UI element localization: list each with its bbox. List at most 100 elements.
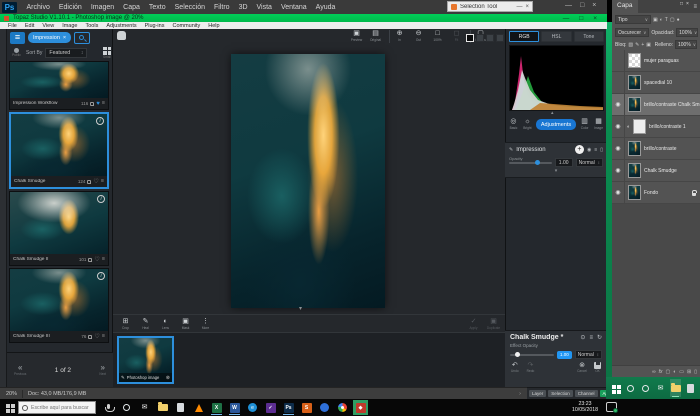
restore-icon[interactable]: □ xyxy=(580,2,584,9)
visibility-eye-icon[interactable]: ◉ xyxy=(612,50,625,71)
ps-menu-item[interactable]: Texto xyxy=(144,4,170,11)
taskbar-app-icon[interactable]: Ps xyxy=(281,400,296,415)
search-icon[interactable] xyxy=(74,32,90,44)
ps-menu-item[interactable]: Vista xyxy=(252,4,276,11)
chevron-down-icon[interactable]: ▾ xyxy=(299,305,302,312)
ps-menu-item[interactable]: Ventana xyxy=(276,4,311,11)
topaz-menu-item[interactable]: Community xyxy=(168,23,204,29)
filter-image-icon[interactable]: ▣ xyxy=(653,17,658,23)
adjustments-button[interactable]: Adjustments xyxy=(536,119,576,130)
topaz-menu-item[interactable]: Edit xyxy=(21,23,38,29)
footer-button[interactable]: Layer xyxy=(529,390,546,397)
filter-smart-icon[interactable]: ● xyxy=(677,17,680,23)
chevron-up-icon[interactable]: ▴ xyxy=(551,110,554,116)
start-button[interactable] xyxy=(0,399,18,416)
info-icon[interactable]: i xyxy=(97,272,105,280)
share-icon[interactable]: ⊙ xyxy=(580,334,585,341)
favorite-heart-icon[interactable]: ♡ xyxy=(94,257,99,263)
filmstrip-action-button[interactable]: ✓ Apply xyxy=(466,318,481,330)
taskbar-app-icon[interactable] xyxy=(335,400,350,415)
footer-button[interactable]: Selection xyxy=(548,390,573,397)
taskbar-app-icon[interactable] xyxy=(101,400,116,415)
layer-row[interactable]: ◉ ◐ mujer paraguas xyxy=(612,50,700,72)
chevron-right-icon[interactable]: › xyxy=(519,391,521,397)
taskbar-app-icon[interactable] xyxy=(173,400,188,415)
lock-position-icon[interactable]: + xyxy=(641,42,644,48)
ps-menu-item[interactable]: Imagen xyxy=(86,4,118,11)
edit-tool-button[interactable]: ▣ Mask xyxy=(178,318,193,330)
taskbar-app-icon[interactable]: W xyxy=(227,400,242,415)
preset-card[interactable]: i Chalk Smudge II 101 ♡ ≡ xyxy=(9,191,109,266)
taskbar-search[interactable] xyxy=(18,401,96,414)
maximize-icon[interactable]: □ xyxy=(579,15,583,22)
edit-tool-button[interactable]: ⋮ More xyxy=(198,318,213,330)
link-layers-icon[interactable]: ∞ xyxy=(652,369,656,375)
green-taskbar-icon[interactable] xyxy=(640,379,651,397)
preset-menu-icon[interactable]: ≡ xyxy=(102,334,105,339)
filter-adjustment-icon[interactable]: ◐ xyxy=(660,17,663,23)
ps-menu-item[interactable]: Ayuda xyxy=(311,4,340,11)
edit-tool-button[interactable]: ◐ Lens xyxy=(158,318,173,330)
ps-menu-item[interactable]: Edición xyxy=(54,4,86,11)
ps-menu-item[interactable]: Capa xyxy=(119,4,145,11)
preset-card[interactable]: i Chalk Smudge III 76 ♡ ≡ xyxy=(9,268,109,343)
hamburger-menu-icon[interactable]: ≡ xyxy=(10,32,25,44)
layer-row[interactable]: ◉ ◐ Chalk Smudge xyxy=(612,160,700,182)
ok-button[interactable]: OK xyxy=(594,362,601,373)
topaz-menu-item[interactable]: File xyxy=(4,23,21,29)
preset-menu-icon[interactable]: ≡ xyxy=(101,179,104,184)
layer-thumbnail[interactable] xyxy=(628,97,641,112)
visibility-eye-icon[interactable]: ◉ xyxy=(612,160,625,181)
ps-menu-item[interactable]: Selección xyxy=(170,4,209,11)
topaz-titlebar[interactable]: Topaz Studio V1.10.1 - Photoshop image @… xyxy=(0,14,607,22)
new-layer-icon[interactable]: ⊞ xyxy=(687,369,691,375)
effect-blend-dropdown[interactable]: Normal ↕ xyxy=(575,350,602,359)
thumbs-up-icon[interactable] xyxy=(88,258,92,262)
layer-style-icon[interactable]: fx xyxy=(659,369,663,375)
toolbar-button[interactable]: ▤ Original xyxy=(368,30,383,42)
toolbar-button[interactable]: ▣ Preview xyxy=(349,30,364,42)
thumbs-up-icon[interactable] xyxy=(90,102,94,106)
search-input[interactable] xyxy=(31,405,92,411)
taskbar-app-icon[interactable]: ✉ xyxy=(137,400,152,415)
layer-mask-icon[interactable]: ▢ xyxy=(666,369,671,375)
topaz-menu-item[interactable]: View xyxy=(38,23,58,29)
panel-menu-icon[interactable]: ≡ xyxy=(693,4,700,10)
fill-value[interactable]: 100% ∨ xyxy=(675,40,697,49)
filmstrip-action-button[interactable]: ▣ Duplicate xyxy=(486,318,501,330)
info-icon[interactable]: i xyxy=(97,195,105,203)
notification-center-icon[interactable] xyxy=(606,402,617,412)
opacity-value[interactable]: 100% ∨ xyxy=(676,28,698,37)
preset-card[interactable]: i Impression Workflow 116 ♥ ≡ xyxy=(9,61,109,110)
taskbar-app-icon[interactable]: ✓ xyxy=(263,400,278,415)
taskbar-clock[interactable]: 23:23 10/05/2018 xyxy=(566,401,604,413)
visibility-eye-icon[interactable]: ◉ xyxy=(612,72,625,93)
hand-tool-icon[interactable] xyxy=(117,31,126,40)
next-page-button[interactable]: » Next xyxy=(99,364,106,376)
single-view-icon[interactable] xyxy=(466,34,474,42)
edit-tool-button[interactable]: ⊞ Crop xyxy=(118,318,133,330)
tag-remove-icon[interactable]: × xyxy=(63,35,66,41)
taskbar-app-icon[interactable] xyxy=(191,400,206,415)
green-taskbar-icon[interactable] xyxy=(685,379,696,397)
thumbs-up-icon[interactable] xyxy=(88,335,92,339)
layer-row[interactable]: ◉ ◐ brillo/contraste 1 xyxy=(612,116,700,138)
split-view-icon[interactable] xyxy=(496,34,504,42)
taskbar-app-icon[interactable]: e xyxy=(245,400,260,415)
remove-icon[interactable]: ⊗ xyxy=(166,375,170,381)
green-taskbar-icon[interactable] xyxy=(625,379,636,397)
edit-tool-button[interactable]: ✎ Heal xyxy=(138,318,153,330)
thumbs-up-icon[interactable] xyxy=(87,180,91,184)
ps-menu-item[interactable]: Filtro xyxy=(210,4,235,11)
sort-dropdown[interactable]: Featured ↕ xyxy=(45,48,87,58)
filter-type-icon[interactable]: T xyxy=(665,17,668,23)
undo-button[interactable]: ↶ Undo xyxy=(511,362,519,373)
topaz-menu-item[interactable]: Help xyxy=(204,23,223,29)
layer-name[interactable]: mujer paraguas xyxy=(644,58,700,64)
color-button[interactable]: ▥ Color xyxy=(579,118,590,130)
new-adjustment-icon[interactable]: ◐ xyxy=(673,369,676,375)
visibility-eye-icon[interactable]: ◉ xyxy=(612,182,625,203)
filmstrip-thumbnail[interactable]: ✎ Photoshop image ⊗ xyxy=(117,336,174,384)
selection-tool-window[interactable]: Selection Tool — × xyxy=(447,1,533,12)
opacity-value[interactable]: 1.00 xyxy=(555,158,573,167)
